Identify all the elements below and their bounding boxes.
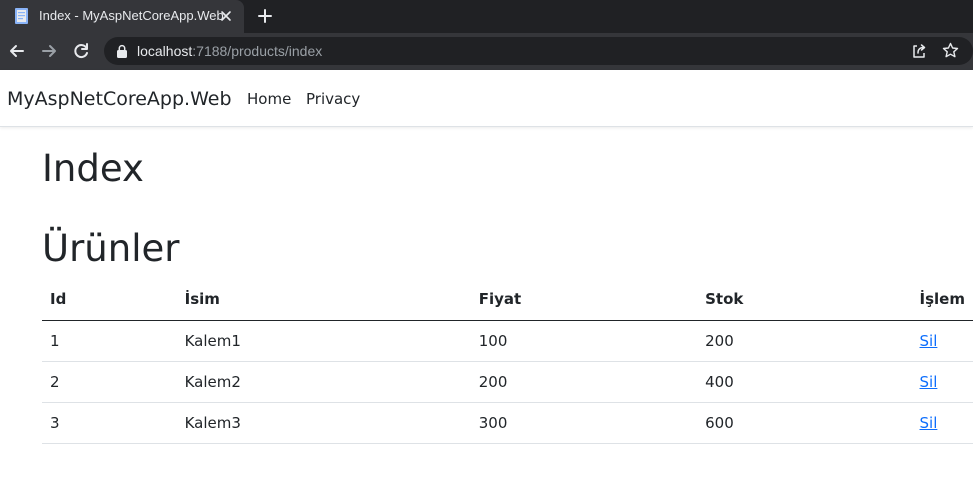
cell-stock: 600 — [697, 402, 912, 444]
browser-tab[interactable]: Index - MyAspNetCoreApp.Web — [0, 0, 244, 33]
nav-link-privacy[interactable]: Privacy — [306, 90, 360, 108]
table-row: 3 Kalem3 300 600 Sil — [42, 402, 973, 444]
cell-id: 1 — [42, 320, 177, 362]
url-path: :7188/products/index — [192, 43, 323, 59]
cell-price: 100 — [470, 320, 698, 362]
header-action: İşlem — [911, 279, 973, 321]
site-navbar: MyAspNetCoreApp.Web Home Privacy — [0, 70, 973, 127]
cell-price: 300 — [470, 402, 698, 444]
lock-icon[interactable] — [116, 44, 128, 58]
products-table: Id İsim Fiyat Stok İşlem 1 Kalem1 100 20… — [42, 279, 973, 444]
delete-link[interactable]: Sil — [920, 332, 938, 350]
table-row: 2 Kalem2 200 400 Sil — [42, 361, 973, 403]
cell-name: Kalem2 — [176, 361, 471, 403]
page-icon — [15, 8, 28, 24]
cell-stock: 200 — [697, 320, 912, 362]
close-icon[interactable] — [219, 9, 233, 23]
browser-toolbar: localhost:7188/products/index — [0, 33, 973, 70]
forward-arrow-icon[interactable] — [39, 41, 59, 61]
header-name: İsim — [176, 279, 471, 321]
table-header-row: Id İsim Fiyat Stok İşlem — [42, 279, 973, 321]
cell-action: Sil — [911, 402, 973, 444]
tab-title: Index - MyAspNetCoreApp.Web — [39, 8, 224, 23]
table-row: 1 Kalem1 100 200 Sil — [42, 320, 973, 362]
cell-action: Sil — [911, 320, 973, 362]
products-heading: Ürünler — [42, 227, 180, 270]
url-text[interactable]: localhost:7188/products/index — [137, 43, 322, 59]
header-stock: Stok — [697, 279, 912, 321]
brand-link[interactable]: MyAspNetCoreApp.Web — [7, 88, 232, 110]
bookmark-star-icon[interactable] — [942, 42, 959, 59]
cell-stock: 400 — [697, 361, 912, 403]
share-icon[interactable] — [911, 43, 927, 59]
reload-icon[interactable] — [71, 41, 91, 61]
delete-link[interactable]: Sil — [920, 414, 938, 432]
cell-id: 3 — [42, 402, 177, 444]
nav-link-home[interactable]: Home — [247, 90, 291, 108]
cell-name: Kalem3 — [176, 402, 471, 444]
header-id: Id — [42, 279, 177, 321]
cell-action: Sil — [911, 361, 973, 403]
new-tab-plus-icon[interactable] — [256, 7, 274, 25]
address-bar[interactable]: localhost:7188/products/index — [104, 37, 973, 65]
cell-id: 2 — [42, 361, 177, 403]
cell-price: 200 — [470, 361, 698, 403]
delete-link[interactable]: Sil — [920, 373, 938, 391]
page-title: Index — [42, 147, 144, 190]
browser-tabstrip: Index - MyAspNetCoreApp.Web — [0, 0, 973, 33]
back-arrow-icon[interactable] — [7, 41, 27, 61]
url-host: localhost — [137, 43, 193, 59]
cell-name: Kalem1 — [176, 320, 471, 362]
header-price: Fiyat — [470, 279, 698, 321]
